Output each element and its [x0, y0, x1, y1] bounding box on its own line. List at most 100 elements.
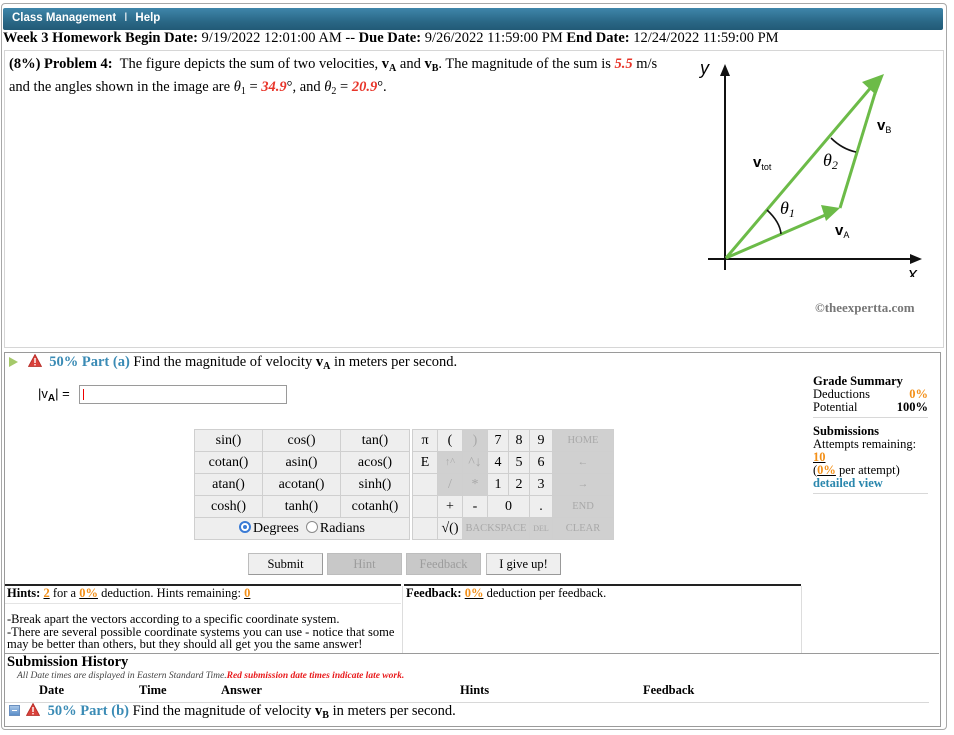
key-home: HOME	[552, 429, 614, 452]
equals: =	[249, 79, 258, 95]
hints-for-a: for a	[52, 586, 77, 600]
key-right-paren: )	[462, 429, 488, 452]
key-2[interactable]: 2	[508, 473, 530, 496]
key-divide: /	[437, 473, 463, 496]
degrees-radio[interactable]	[239, 520, 251, 533]
warning-icon	[26, 703, 40, 716]
key-0[interactable]: 0	[487, 495, 530, 518]
key-pi[interactable]: π	[412, 429, 438, 452]
key-plus[interactable]: +	[437, 495, 463, 518]
assignment-title: Week 3 Homework	[3, 30, 122, 46]
divider	[5, 603, 401, 604]
part-b-header[interactable]: 50% Part (b) Find the magnitude of veloc…	[9, 703, 456, 721]
answer-label: |vA| =	[38, 386, 70, 404]
key-e[interactable]: E	[412, 451, 438, 474]
key-8[interactable]: 8	[508, 429, 530, 452]
give-up-button[interactable]: I give up!	[486, 553, 561, 575]
key-9[interactable]: 9	[529, 429, 553, 452]
hints-deduction: 0%	[79, 586, 98, 600]
key-6[interactable]: 6	[529, 451, 553, 474]
divider	[813, 493, 928, 494]
key-7[interactable]: 7	[487, 429, 509, 452]
potential-value: 100%	[896, 400, 928, 414]
grade-summary: Grade Summary Deductions 0% Potential 100%…	[813, 375, 928, 494]
collapse-icon[interactable]	[9, 705, 20, 716]
key-5[interactable]: 5	[508, 451, 530, 474]
key-asin[interactable]: asin()	[262, 451, 341, 474]
key-exponent-up: ↑^	[437, 451, 463, 474]
key-cotanh[interactable]: cotanh()	[340, 495, 410, 518]
answer-input[interactable]	[79, 385, 287, 404]
theta1-sub: 1	[240, 86, 246, 97]
feedback-deduction: 0%	[464, 586, 484, 600]
radians-label[interactable]: Radians	[320, 521, 365, 536]
col-answer: Answer	[221, 683, 262, 697]
key-acos[interactable]: acos()	[340, 451, 410, 474]
radians-radio[interactable]	[305, 520, 318, 533]
key-backspace: BACKSPACE	[462, 517, 530, 540]
part-a-prompt: Find the magnitude of velocity	[133, 354, 313, 370]
key-acotan[interactable]: acotan()	[262, 473, 341, 496]
theta1-symbol: θ	[233, 79, 241, 95]
theta2-arc	[830, 137, 857, 153]
warning-icon	[27, 354, 42, 367]
attempts-value: 10	[813, 450, 826, 464]
vtot-label: vtot	[753, 154, 772, 172]
key-sinh[interactable]: sinh()	[340, 473, 410, 496]
col-hints: Hints	[460, 683, 490, 697]
key-3[interactable]: 3	[529, 473, 553, 496]
key-sin[interactable]: sin()	[194, 429, 263, 452]
hint-button: Hint	[327, 553, 402, 575]
part-a-percent: 50%	[49, 354, 79, 370]
theta2-label: θ2	[823, 150, 838, 172]
degrees-label[interactable]: Degrees	[253, 521, 299, 536]
feedback-panel: Feedback: 0% deduction per feedback.	[404, 586, 802, 653]
per-attempt-value: 0%	[817, 463, 836, 477]
col-time: Time	[139, 683, 167, 697]
y-axis-arrow-icon	[720, 64, 730, 76]
part-a-header[interactable]: 50% Part (a) Find the magnitude of veloc…	[9, 354, 457, 372]
part-a-vector: v	[315, 354, 324, 370]
late-work-note: Red submission date times indicate late …	[226, 671, 405, 681]
key-decimal[interactable]: .	[529, 495, 553, 518]
equals: =	[340, 79, 349, 95]
problem-text-3: and the angles shown in the image are	[9, 79, 231, 95]
key-4[interactable]: 4	[487, 451, 509, 474]
key-tanh[interactable]: tanh()	[262, 495, 341, 518]
key-minus[interactable]: -	[462, 495, 488, 518]
problem-text-2: . The magnitude of the sum is	[438, 56, 611, 72]
magnitude-value: 5.5	[614, 56, 633, 72]
key-blank	[412, 517, 438, 540]
x-axis-arrow-icon	[910, 254, 922, 264]
key-sqrt[interactable]: √()	[437, 517, 463, 540]
key-cotan[interactable]: cotan()	[194, 451, 263, 474]
key-left-paren[interactable]: (	[437, 429, 463, 452]
vb-label: vB	[877, 117, 891, 135]
key-multiply: *	[462, 473, 488, 496]
x-axis-label: x	[907, 264, 918, 277]
part-b-label: Part (b)	[80, 703, 129, 719]
problem-label: Problem 4:	[44, 56, 113, 72]
theta1-arc	[766, 209, 782, 235]
key-exponent-down: ^↓	[462, 451, 488, 474]
key-tan[interactable]: tan()	[340, 429, 410, 452]
numeric-keypad: π ( ) 7 8 9 HOME E ↑^ ^↓ 4 5 6 ← / * 1 2…	[412, 429, 614, 540]
submit-button[interactable]: Submit	[248, 553, 323, 575]
expand-triangle-icon[interactable]	[9, 357, 18, 367]
va-label: vA	[835, 222, 849, 240]
nav-help[interactable]: Help	[135, 12, 160, 24]
detailed-view-link[interactable]: detailed view	[813, 477, 928, 490]
date-dash: --	[345, 30, 356, 46]
y-axis-label: y	[698, 58, 710, 78]
divider	[5, 653, 939, 654]
key-cosh[interactable]: cosh()	[194, 495, 263, 518]
problem-and: and	[399, 56, 421, 72]
potential-label: Potential	[813, 400, 858, 414]
key-1[interactable]: 1	[487, 473, 509, 496]
per-attempt-text: per attempt)	[839, 463, 900, 477]
key-cos[interactable]: cos()	[262, 429, 341, 452]
text-cursor	[83, 389, 84, 400]
key-atan[interactable]: atan()	[194, 473, 263, 496]
nav-class-management[interactable]: Class Management	[12, 12, 116, 24]
part-a-prompt-end: in meters per second.	[333, 354, 458, 370]
